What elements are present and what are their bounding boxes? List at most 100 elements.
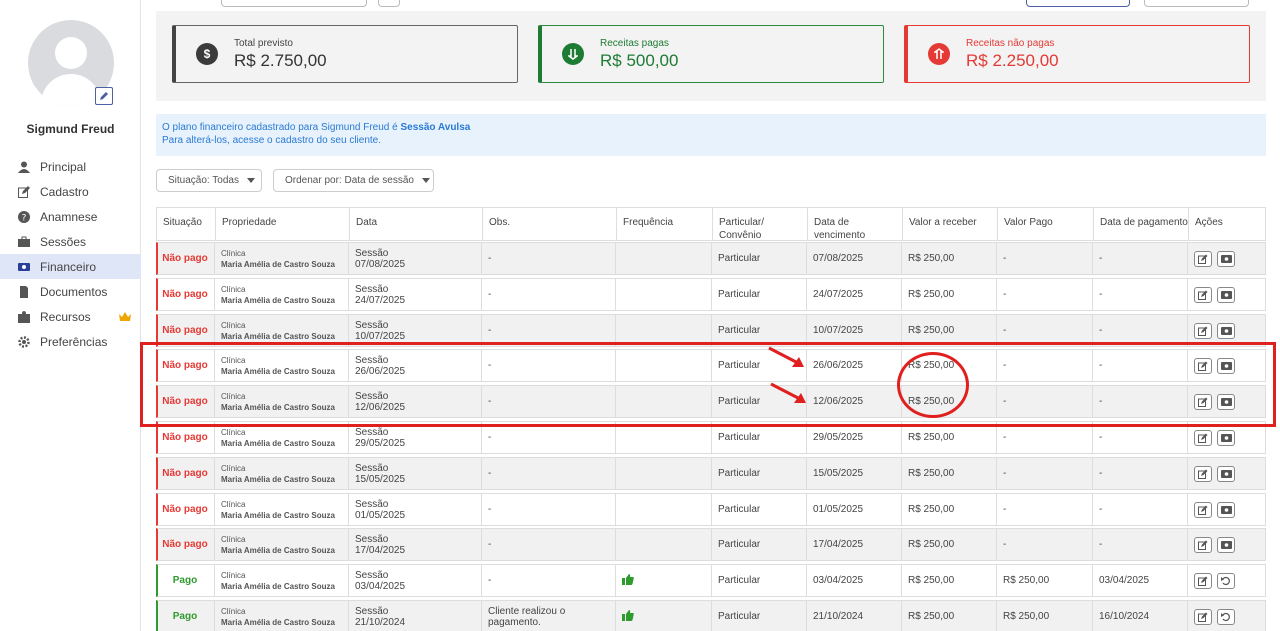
frequency-cell [616,565,712,596]
card-total-value: R$ 2.750,00 [234,50,327,70]
edit-button[interactable] [1194,572,1212,589]
edit-button[interactable] [1194,501,1212,518]
edit-button[interactable] [1194,608,1212,625]
column-header: Situação [157,208,216,240]
obs-cell: Cliente realizou o pagamento. [482,601,616,631]
info-plan-name[interactable]: Sessão Avulsa [400,122,470,133]
puzzle-icon [18,310,30,323]
search-input-fragment[interactable] [221,0,367,7]
card-total: $ Total previsto R$ 2.750,00 [172,25,518,83]
column-header: Data de pagamento [1094,208,1189,240]
client-name: Maria Amélia de Castro Souza [221,295,335,305]
edit-button[interactable] [1194,286,1212,303]
session-date: 01/05/2025 [355,509,406,521]
actions-cell [1188,601,1264,631]
card-unpaid-label: Receitas não pagas [966,37,1055,49]
card-unpaid-value: R$ 2.250,00 [966,50,1059,70]
amount-due-cell: R$ 250,00 [902,458,997,489]
property-type: Clínica [221,284,246,294]
register-payment-button[interactable] [1217,465,1235,482]
obs-cell: - [482,243,616,274]
edit-button[interactable] [1194,250,1212,267]
sidebar-item-sessoes[interactable]: Sessões [0,229,141,254]
register-payment-button[interactable] [1217,536,1235,553]
toolbar-button-fragment[interactable] [378,0,400,7]
main-content: $ Total previsto R$ 2.750,00 Receitas pa… [156,0,1266,631]
status-label: Não pago [162,432,208,443]
obs-text: - [488,575,492,586]
filter-situacao-dropdown[interactable]: Situação: Todas [156,169,262,192]
session-date: 29/05/2025 [355,437,406,449]
session-label: Sessão [355,498,389,510]
amount-due-cell: R$ 250,00 [902,529,997,560]
amount-due: R$ 250,00 [908,611,955,622]
obs-text: - [488,539,492,550]
filter-ordenar-dropdown[interactable]: Ordenar por: Data de sessão [273,169,434,192]
due-date: 10/07/2025 [813,325,864,336]
status-label: Não pago [162,539,208,550]
plan-type: Particular [718,504,761,515]
actions-cell [1188,494,1264,525]
client-name: Maria Amélia de Castro Souza [221,581,335,591]
edit-button[interactable] [1194,536,1212,553]
question-icon: ? [18,210,30,223]
property-type: Clínica [221,499,246,509]
money-icon [1220,254,1232,263]
register-payment-button[interactable] [1217,250,1235,267]
obs-text: - [488,253,492,264]
session-label: Sessão [355,283,389,295]
action-button-fragment-2[interactable] [1144,0,1249,7]
register-payment-button[interactable] [1217,429,1235,446]
column-header: Data [350,208,483,240]
sidebar-item-financeiro[interactable]: Financeiro [0,254,141,279]
table-row[interactable]: Não pago Clínica Maria Amélia de Castro So… [156,493,1266,526]
edit-icon [1198,254,1208,264]
action-button-fragment[interactable] [1026,0,1130,7]
amount-due-cell: R$ 250,00 [902,494,997,525]
amount-paid: - [1003,468,1007,479]
status-cell: Não pago [156,458,215,489]
due-date-cell: 03/04/2025 [807,565,902,596]
edit-button[interactable] [1194,465,1212,482]
amount-paid: - [1003,325,1007,336]
undo-button[interactable] [1217,608,1235,625]
table-row[interactable]: Não pago Clínica Maria Amélia de Castro So… [156,457,1266,490]
card-unpaid: Receitas não pagas R$ 2.250,00 [904,25,1250,83]
register-payment-button[interactable] [1217,322,1235,339]
avatar-edit-button[interactable] [95,87,113,105]
amount-due-cell: R$ 250,00 [902,279,997,310]
register-payment-button[interactable] [1217,286,1235,303]
sidebar-item-documentos[interactable]: Documentos [0,279,141,304]
undo-icon [1221,612,1230,621]
table-row[interactable]: Pago Clínica Maria Amélia de Castro Souza S… [156,600,1266,631]
due-date-cell: 01/05/2025 [807,494,902,525]
table-row[interactable]: Não pago Clínica Maria Amélia de Castro So… [156,278,1266,311]
payment-date: - [1099,539,1103,550]
obs-text: - [488,289,492,300]
plan-type: Particular [718,575,761,586]
undo-button[interactable] [1217,572,1235,589]
edit-button[interactable] [1194,429,1212,446]
sidebar-item-principal[interactable]: Principal [0,154,141,179]
edit-icon [1198,469,1208,479]
sidebar-item-cadastro[interactable]: Cadastro [0,179,141,204]
register-payment-button[interactable] [1217,501,1235,518]
table-row[interactable]: Não pago Clínica Maria Amélia de Castro So… [156,242,1266,275]
sidebar-item-anamnese[interactable]: ? Anamnese [0,204,141,229]
arrow-annotation [770,382,806,403]
session-label: Sessão [355,247,389,259]
status-label: Pago [172,575,198,586]
amount-due: R$ 250,00 [908,432,955,443]
edit-button[interactable] [1194,322,1212,339]
info-line2: Para alterá-los, acesse o cadastro do se… [162,135,382,146]
table-row[interactable]: Pago Clínica Maria Amélia de Castro Souza S… [156,564,1266,597]
card-total-label: Total previsto [234,37,293,49]
table-row[interactable]: Não pago Clínica Maria Amélia de Castro So… [156,528,1266,561]
sidebar-item-recursos[interactable]: Recursos [0,304,141,329]
obs-text: - [488,468,492,479]
money-icon [18,261,30,273]
sidebar: Sigmund Freud Principal Cadastro? Anamnese… [0,0,141,631]
date-cell: Sessão 21/10/2024 [349,601,482,631]
briefcase-icon [18,236,30,248]
sidebar-item-preferencias[interactable]: Preferências [0,329,141,354]
